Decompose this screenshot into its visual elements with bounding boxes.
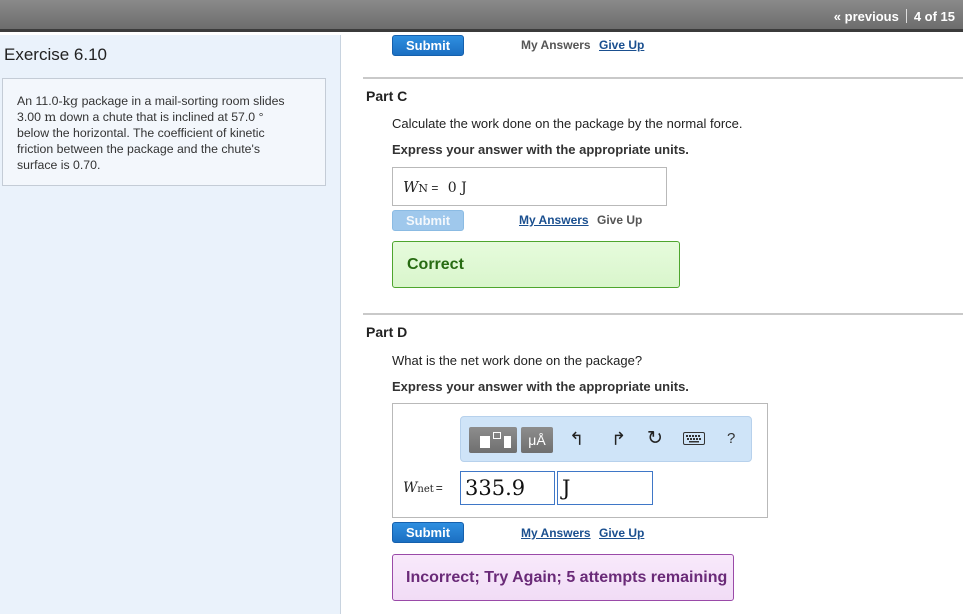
- correct-feedback: Correct: [392, 241, 680, 288]
- templates-icon[interactable]: [469, 427, 517, 453]
- my-answers-label-part-b: My Answers: [521, 38, 591, 52]
- parts-panel: Submit My Answers Give Up Part C Calcula…: [341, 35, 963, 614]
- problem-line-3: below the horizontal. The coefficient of…: [17, 126, 265, 140]
- units-icon[interactable]: μÅ: [521, 427, 553, 453]
- submit-button-part-b[interactable]: Submit: [392, 35, 464, 56]
- section-divider: [363, 77, 963, 79]
- part-d-answer-variable: Wnet =: [403, 480, 443, 496]
- part-c-question: Calculate the work done on the package b…: [392, 116, 743, 131]
- unit-input[interactable]: J: [557, 471, 653, 505]
- pager: « previous 4 of 15: [834, 9, 955, 24]
- part-c-answer-variable: WN: [403, 178, 429, 196]
- give-up-link-part-d[interactable]: Give Up: [599, 526, 644, 540]
- give-up-label-part-c: Give Up: [597, 213, 643, 227]
- help-icon[interactable]: ?: [727, 430, 735, 447]
- page-indicator: 4 of 15: [913, 9, 955, 24]
- exercise-title: Exercise 6.10: [4, 45, 107, 64]
- exercise-panel: Exercise 6.10 An 11.0-kg package in a ma…: [0, 35, 341, 614]
- incorrect-feedback: Incorrect; Try Again; 5 attempts remaini…: [392, 554, 734, 601]
- section-divider: [363, 313, 963, 315]
- undo-icon[interactable]: ↰: [569, 429, 584, 450]
- part-d-question: What is the net work done on the package…: [392, 353, 643, 368]
- my-answers-link-part-d[interactable]: My Answers: [521, 526, 591, 540]
- give-up-link-part-b[interactable]: Give Up: [599, 38, 644, 52]
- redo-icon[interactable]: ↱: [611, 429, 626, 450]
- part-c-title: Part C: [366, 88, 408, 104]
- part-c-instruction: Express your answer with the appropriate…: [392, 142, 689, 157]
- keyboard-icon[interactable]: [683, 432, 705, 445]
- equation-editor: μÅ ↰ ↱ ↻ ? Wnet = 335.9 J: [392, 403, 768, 518]
- problem-line-5: surface is 0.70.: [17, 158, 101, 172]
- value-input[interactable]: 335.9: [460, 471, 555, 505]
- part-c-answer-box: WN = 0 J: [392, 167, 667, 206]
- part-c-equals: =: [428, 181, 442, 195]
- problem-line-2: 3.00 m down a chute that is inclined at …: [17, 109, 264, 124]
- my-answers-link-part-c[interactable]: My Answers: [519, 213, 589, 227]
- reset-icon[interactable]: ↻: [647, 427, 663, 450]
- submit-button-part-c[interactable]: Submit: [392, 210, 464, 231]
- part-c-answer-value: 0 J: [447, 180, 467, 196]
- top-navigation-bar: « previous 4 of 15: [0, 0, 963, 32]
- part-d-instruction: Express your answer with the appropriate…: [392, 379, 689, 394]
- problem-line-1: An 11.0-kg package in a mail-sorting roo…: [17, 93, 285, 108]
- part-d-title: Part D: [366, 324, 408, 340]
- problem-statement: An 11.0-kg package in a mail-sorting roo…: [2, 78, 326, 186]
- previous-link[interactable]: « previous: [834, 9, 899, 24]
- pager-separator: [905, 9, 907, 23]
- equation-toolbar: μÅ ↰ ↱ ↻ ?: [460, 416, 752, 462]
- submit-button-part-d[interactable]: Submit: [392, 522, 464, 543]
- problem-line-4: friction between the package and the chu…: [17, 142, 260, 156]
